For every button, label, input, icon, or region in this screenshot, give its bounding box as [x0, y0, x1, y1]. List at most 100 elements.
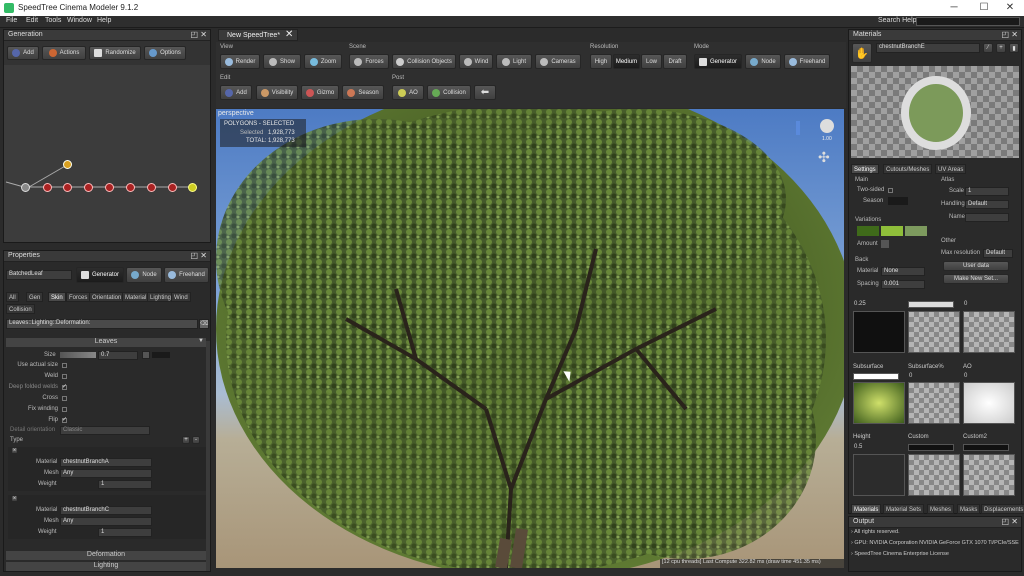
slot-color-bar[interactable]	[908, 301, 954, 308]
variation-color-1[interactable]	[857, 226, 879, 236]
tab-all[interactable]: All	[6, 292, 19, 302]
group1-mesh-select[interactable]: Any	[60, 469, 152, 478]
edit-add-button[interactable]: Add	[220, 85, 252, 100]
tab-displacements[interactable]: Displacements	[981, 504, 1024, 514]
subsurface-thumbnail[interactable]	[853, 382, 905, 424]
generator-node[interactable]	[63, 183, 72, 192]
back-arrow-button[interactable]: ⬅	[474, 85, 496, 100]
close-icon[interactable]: ◰ ✕	[1002, 30, 1018, 39]
deep-folded-welds-checkbox[interactable]	[62, 383, 67, 390]
tab-meshes[interactable]: Meshes	[927, 504, 955, 514]
randomize-button[interactable]: Randomize	[89, 46, 141, 60]
season-button[interactable]: Season	[342, 85, 384, 100]
tab-collision[interactable]: Collision	[6, 304, 35, 314]
generation-graph[interactable]	[4, 65, 210, 242]
use-actual-size-checkbox[interactable]	[62, 363, 67, 368]
tab-materials[interactable]: Materials	[851, 504, 882, 514]
toolbar-node-button[interactable]: Node	[745, 54, 781, 69]
custom-color-bar[interactable]	[908, 444, 954, 451]
variation-color-3[interactable]	[905, 226, 927, 236]
generator-node[interactable]	[126, 183, 135, 192]
clear-filter-icon[interactable]: ⌫	[199, 319, 209, 329]
tab-material-sets[interactable]: Material Sets	[883, 504, 925, 514]
group1-material-select[interactable]: chestnutBranchA	[60, 458, 152, 467]
collapse-group-button[interactable]: ×	[11, 447, 18, 454]
properties-scrollbar[interactable]	[206, 341, 210, 571]
resolution-draft-button[interactable]: Draft	[663, 54, 687, 69]
mode-freehand-button[interactable]: Freehand	[164, 267, 209, 283]
group2-material-select[interactable]: chestnutBranchC	[60, 506, 152, 515]
detail-orientation-select[interactable]: Classic	[60, 426, 150, 435]
collision-objects-button[interactable]: Collision Objects	[392, 54, 456, 69]
add-type-button[interactable]: +	[182, 436, 190, 444]
light-button[interactable]: Light	[496, 54, 532, 69]
forces-button[interactable]: Forces	[349, 54, 389, 69]
post-collision-button[interactable]: Collision	[427, 85, 471, 100]
selected-leaf-node[interactable]	[188, 183, 197, 192]
generator-node[interactable]	[43, 183, 52, 192]
variation-color-2[interactable]	[881, 226, 903, 236]
resolution-low-button[interactable]: Low	[641, 54, 662, 69]
light-direction-icon[interactable]	[820, 119, 834, 133]
custom2-color-bar[interactable]	[963, 444, 1009, 451]
amount-slider[interactable]	[881, 240, 889, 248]
close-icon[interactable]: ◰ ✕	[191, 30, 207, 39]
height-thumbnail[interactable]	[853, 454, 905, 496]
season-swatch[interactable]	[888, 197, 908, 205]
close-window-button[interactable]: ✕	[996, 0, 1024, 16]
handling-select[interactable]: Default	[965, 200, 1009, 209]
menu-file[interactable]: File	[6, 17, 17, 24]
add-button[interactable]: Add	[7, 46, 39, 60]
generator-node[interactable]	[105, 183, 114, 192]
mode-node-button[interactable]: Node	[126, 267, 162, 283]
material-rename-button[interactable]: ⁄	[983, 43, 993, 53]
section-lighting[interactable]: Lighting	[6, 562, 206, 571]
menu-help[interactable]: Help	[97, 17, 111, 24]
toolbar-freehand-button[interactable]: Freehand	[784, 54, 830, 69]
add-material-button[interactable]: +	[996, 43, 1006, 53]
tab-gen[interactable]: Gen	[26, 292, 44, 302]
ao-thumbnail[interactable]	[963, 382, 1015, 424]
user-data-button[interactable]: User data	[943, 261, 1009, 271]
visibility-button[interactable]: Visibility	[256, 85, 298, 100]
tab-uv-areas[interactable]: UV Areas	[935, 164, 967, 174]
close-tab-icon[interactable]: ✕	[285, 29, 293, 40]
remove-type-button[interactable]: -	[192, 436, 200, 444]
cameras-button[interactable]: Cameras	[535, 54, 581, 69]
search-help-input[interactable]	[916, 17, 1020, 26]
size-field[interactable]: 0.7	[98, 351, 138, 360]
object-name-field[interactable]: BatchedLeaf	[6, 270, 72, 280]
tab-material-settings[interactable]: Settings	[851, 164, 879, 174]
leaf-node[interactable]	[63, 160, 72, 169]
section-deformation[interactable]: Deformation	[6, 551, 206, 560]
close-icon[interactable]: ◰ ✕	[1002, 517, 1018, 526]
maximize-button[interactable]: ☐	[970, 0, 998, 16]
material-name-select[interactable]: chestnutBranchE	[876, 43, 980, 53]
texture-thumbnail[interactable]	[963, 311, 1015, 353]
menu-window[interactable]: Window	[67, 17, 92, 24]
actions-button[interactable]: Actions	[42, 46, 86, 60]
toolbar-generator-button[interactable]: Generator	[694, 54, 742, 69]
options-button[interactable]: Options	[144, 46, 186, 60]
menu-tools[interactable]: Tools	[45, 17, 61, 24]
tab-cutouts-meshes[interactable]: Cutouts/Meshes	[883, 164, 933, 174]
collapse-group-button[interactable]: ×	[11, 495, 18, 502]
tab-masks[interactable]: Masks	[957, 504, 981, 514]
size-slider[interactable]	[60, 352, 96, 358]
custom2-thumbnail[interactable]	[963, 454, 1015, 496]
tree-node[interactable]	[21, 183, 30, 192]
make-new-set-button[interactable]: Make New Set...	[943, 274, 1009, 284]
subsurface-color-bar[interactable]	[853, 373, 899, 380]
custom-thumbnail[interactable]	[908, 454, 960, 496]
generator-node[interactable]	[84, 183, 93, 192]
minimize-button[interactable]: ─	[940, 0, 968, 16]
3d-viewport[interactable]: perspective POLYGONS - SELECTED Selected…	[216, 109, 844, 568]
render-button[interactable]: Render	[220, 54, 260, 69]
wind-button[interactable]: Wind	[459, 54, 493, 69]
menu-edit[interactable]: Edit	[26, 17, 38, 24]
max-resolution-select[interactable]: Default	[983, 249, 1013, 258]
tab-material[interactable]: Material	[122, 292, 150, 302]
cross-checkbox[interactable]	[62, 396, 67, 401]
resolution-medium-button[interactable]: Medium	[613, 54, 640, 69]
fix-winding-checkbox[interactable]	[62, 407, 67, 412]
